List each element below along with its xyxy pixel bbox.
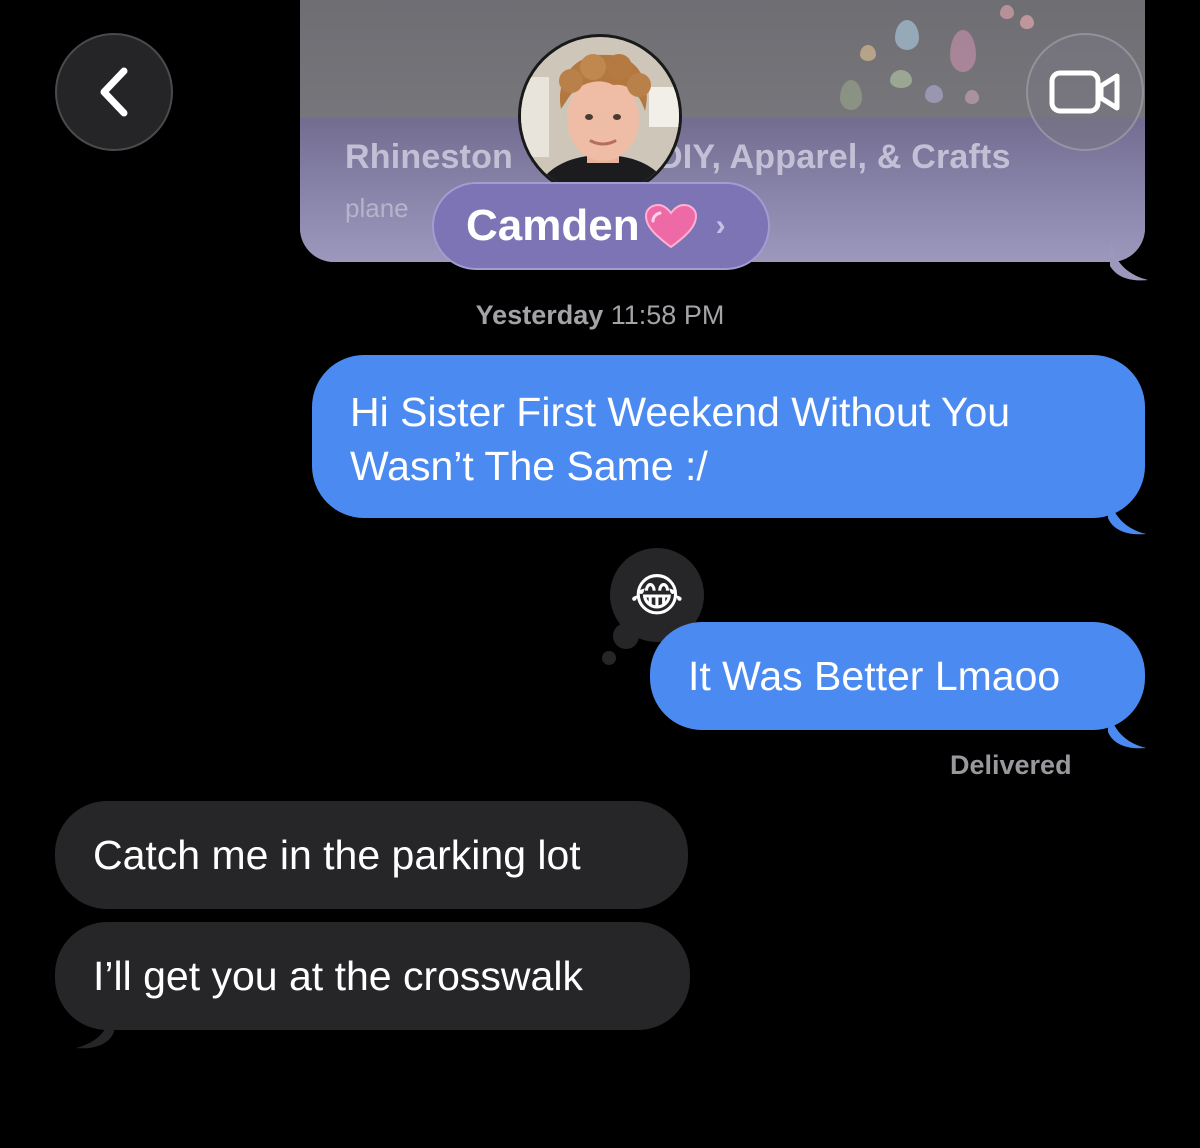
delivered-status: Delivered (950, 750, 1072, 780)
contact-name: Camden (466, 201, 640, 250)
gem-shape (895, 20, 919, 50)
gem-shape (1000, 5, 1014, 19)
message-text: I’ll get you at the crosswalk (93, 953, 583, 999)
gem-shape (925, 85, 943, 103)
chevron-left-icon (100, 67, 128, 117)
received-message-bubble[interactable]: I’ll get you at the crosswalk (55, 922, 690, 1030)
link-title-left: Rhineston (345, 138, 514, 176)
message-text-line: Hi Sister First Weekend Without You (350, 389, 1011, 435)
gem-shape (890, 70, 912, 88)
link-preview-domain: plane (345, 193, 409, 223)
tapback-tail-dot (613, 623, 639, 649)
link-title-right: DIY, Apparel, & Crafts (658, 138, 1011, 176)
contact-photo-icon (521, 37, 679, 195)
chevron-right-icon: › (715, 209, 726, 242)
received-message-bubble[interactable]: Catch me in the parking lot (55, 801, 688, 909)
message-timestamp: Yesterday 11:58 PM (0, 300, 1200, 331)
sent-message-bubble[interactable]: It Was Better Lmaoo (650, 622, 1145, 730)
gem-shape (840, 80, 862, 110)
link-preview-image (300, 0, 1145, 118)
message-text-line: Wasn’t The Same :/ (350, 443, 708, 489)
timestamp-time: 11:58 PM (610, 300, 725, 330)
contact-name-button[interactable]: Camden › (432, 182, 770, 270)
gem-shape (965, 90, 979, 104)
sent-message-bubble[interactable]: Hi Sister First Weekend Without You Wasn… (312, 355, 1145, 518)
contact-avatar[interactable] (518, 34, 682, 198)
bubble-tail (1108, 488, 1146, 535)
timestamp-day: Yesterday (475, 300, 604, 330)
gem-shape (860, 45, 876, 61)
back-button[interactable] (55, 33, 173, 151)
message-text: It Was Better Lmaoo (688, 653, 1061, 699)
tapback-tail-dot (602, 651, 616, 665)
video-camera-icon (1049, 70, 1120, 114)
bubble-tail (76, 1002, 114, 1049)
tapback-emoji: 😂 (630, 569, 684, 621)
gem-shape (950, 30, 976, 72)
message-text: Catch me in the parking lot (93, 832, 581, 878)
sparkling-heart-icon (644, 203, 697, 249)
bubble-tail (1108, 702, 1146, 749)
gem-shape (1020, 15, 1034, 29)
bubble-tail (1110, 236, 1148, 281)
video-call-button[interactable] (1026, 33, 1144, 151)
link-preview-title: Rhineston DIY, Apparel, & Crafts (345, 138, 1011, 177)
